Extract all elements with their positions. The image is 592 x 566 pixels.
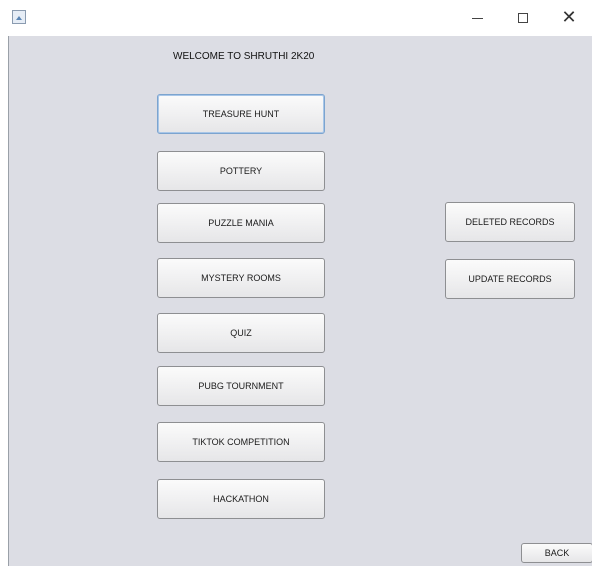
title-bar: ✕ — [8, 0, 592, 36]
maximize-button[interactable] — [500, 0, 546, 36]
maximize-icon — [518, 13, 528, 23]
treasure-hunt-button[interactable]: TREASURE HUNT — [157, 94, 325, 134]
pubg-tournament-button[interactable]: PUBG TOURNMENT — [157, 366, 325, 406]
java-app-icon — [12, 10, 26, 24]
puzzle-mania-button[interactable]: PUZZLE MANIA — [157, 203, 325, 243]
app-window: ✕ WELCOME TO SHRUTHI 2K20 TREASURE HUNT … — [8, 0, 592, 566]
minimize-button[interactable] — [454, 0, 500, 36]
close-icon: ✕ — [561, 7, 577, 28]
content-panel: WELCOME TO SHRUTHI 2K20 TREASURE HUNT PO… — [8, 36, 592, 566]
close-button[interactable]: ✕ — [546, 0, 592, 36]
hackathon-button[interactable]: HACKATHON — [157, 479, 325, 519]
deleted-records-button[interactable]: DELETED RECORDS — [445, 202, 575, 242]
mystery-rooms-button[interactable]: MYSTERY ROOMS — [157, 258, 325, 298]
quiz-button[interactable]: QUIZ — [157, 313, 325, 353]
tiktok-competition-button[interactable]: TIKTOK COMPETITION — [157, 422, 325, 462]
update-records-button[interactable]: UPDATE RECORDS — [445, 259, 575, 299]
back-button[interactable]: BACK — [521, 543, 592, 563]
pottery-button[interactable]: POTTERY — [157, 151, 325, 191]
welcome-label: WELCOME TO SHRUTHI 2K20 — [173, 51, 315, 62]
minimize-icon — [471, 17, 483, 19]
